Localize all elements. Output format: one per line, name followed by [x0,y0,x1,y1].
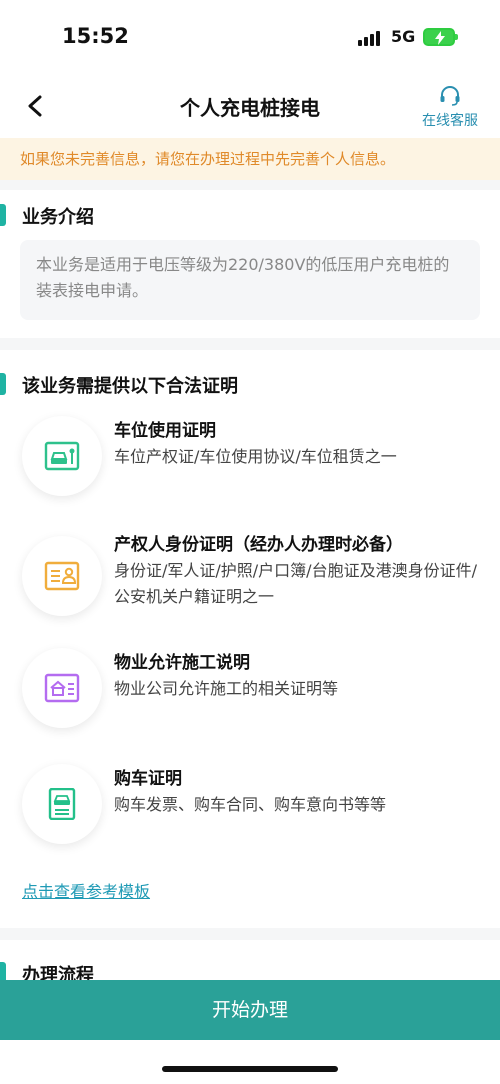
headset-icon [440,86,460,106]
document-description: 车位产权证/车位使用协议/车位租赁之一 [114,447,397,466]
document-description: 物业公司允许施工的相关证明等 [114,679,339,698]
network-label: 5G [391,27,416,46]
start-button[interactable]: 开始办理 [0,980,500,1040]
intro-card: 业务介绍 本业务是适用于电压等级为220/380V的低压用户充电桩的装表接电申请… [0,190,500,338]
signal-icon [358,31,384,46]
intro-text: 本业务是适用于电压等级为220/380V的低压用户充电桩的装表接电申请。 [20,240,480,320]
nav-bar: 个人充电桩接电 在线客服 [0,74,500,138]
document-title: 产权人身份证明（经办人办理时必备） [114,535,403,555]
bottom-safe-area [0,1040,500,1084]
document-description: 身份证/军人证/护照/户口簿/台胞证及港澳身份证件/公安机关户籍证明之一 [114,561,477,606]
id-card-icon [22,536,102,616]
battery-icon [423,28,458,46]
status-bar: 15:52 5G [0,0,500,74]
notice-banner: 如果您未完善信息，请您在办理过程中先完善个人信息。 [0,138,500,180]
documents-heading: 该业务需提供以下合法证明 [22,376,238,397]
intro-heading: 业务介绍 [22,207,94,228]
online-service-button[interactable]: 在线客服 [412,84,488,130]
property-card-icon [22,648,102,728]
parking-card-icon [22,416,102,496]
documents-card: 该业务需提供以下合法证明 车位使用证明 车位产权证/车位使用协议/车位租赁之一 [0,350,500,928]
car-document-icon [22,764,102,844]
section-accent-bar [0,373,6,395]
document-title: 车位使用证明 [114,421,216,441]
home-indicator [162,1066,338,1072]
document-title: 物业允许施工说明 [114,653,250,673]
online-service-label: 在线客服 [422,113,478,129]
document-title: 购车证明 [114,769,182,789]
status-time: 15:52 [62,24,129,48]
section-accent-bar [0,204,6,226]
document-description: 购车发票、购车合同、购车意向书等等 [114,795,387,814]
view-template-link[interactable]: 点击查看参考模板 [22,878,150,902]
